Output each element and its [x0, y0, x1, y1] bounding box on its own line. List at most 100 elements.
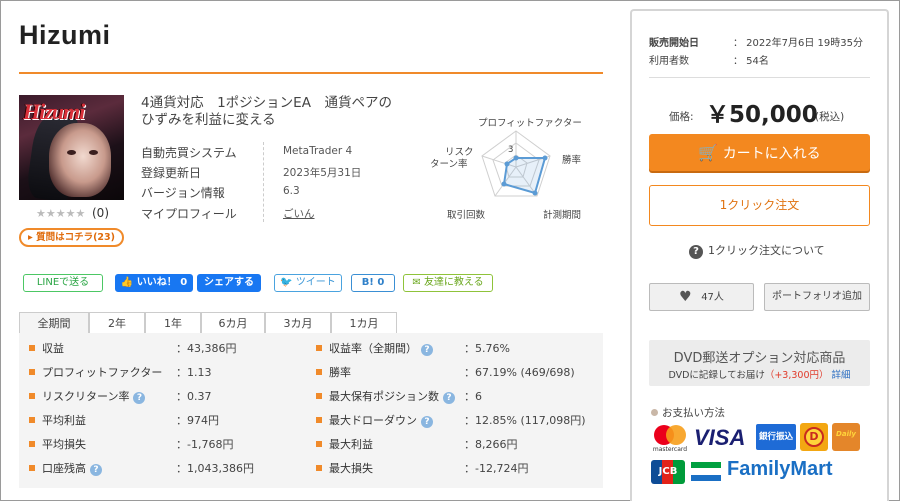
thumb-eye — [89, 150, 98, 155]
tab-2y[interactable]: 2年 — [89, 312, 145, 334]
question-button[interactable]: ▸ 質問はコチラ(23) — [19, 228, 124, 247]
radar-scale-label: 3 — [508, 145, 514, 155]
dvd-detail-link[interactable]: 詳細 — [832, 370, 851, 381]
cart-icon: 🛒 — [698, 143, 719, 162]
info-key-updated: 登録更新日 — [141, 166, 202, 180]
bank-transfer-logo: 銀行振込 — [756, 424, 796, 450]
stat-value: ：1,043,386円 — [176, 462, 254, 475]
radar-label-rr2: ターン率 — [430, 159, 468, 170]
bullet-square — [316, 441, 322, 447]
bullet-dot — [651, 409, 658, 416]
stat-label: 収益 — [29, 339, 64, 359]
stat-value: ：5.76% — [464, 342, 510, 355]
info-key-system: 自動売買システム — [141, 146, 237, 160]
stat-label: 最大損失 — [316, 459, 373, 479]
daily-logo-2: Daily — [832, 423, 860, 451]
one-click-order-button[interactable]: 1クリック注文 — [649, 185, 870, 226]
tab-1y[interactable]: 1年 — [145, 312, 201, 334]
help-icon[interactable]: ? — [133, 392, 146, 404]
thumb-eye — [67, 150, 76, 155]
stat-value: ：8,266円 — [464, 438, 518, 451]
product-catchcopy: 4通貨対応 1ポジションEA 通貨ペアの ひずみを利益に変える — [141, 95, 421, 129]
stat-value: ：6 — [464, 390, 482, 403]
price-tax: (税込) — [815, 111, 845, 123]
stat-value: ：1.13 — [176, 366, 212, 379]
bullet-square — [29, 417, 35, 423]
bullet-square — [316, 345, 322, 351]
tab-1m[interactable]: 1カ月 — [331, 312, 397, 334]
tweet-label: ツイート — [295, 277, 336, 288]
stat-label: 平均損失 — [29, 435, 86, 455]
stat-label: 口座残高? — [29, 459, 102, 479]
add-portfolio-button[interactable]: ポートフォリオ追加 — [764, 283, 870, 311]
info-key-version: バージョン情報 — [141, 186, 225, 200]
help-icon[interactable]: ? — [443, 392, 455, 404]
title-divider — [19, 72, 603, 74]
one-click-help-link[interactable]: ? 1クリック注文について — [689, 242, 825, 259]
jcb-logo: JCB — [651, 460, 685, 484]
question-icon: ? — [689, 245, 703, 259]
tweet-button[interactable]: 🐦 ツイート — [274, 274, 342, 292]
bullet-square — [29, 345, 35, 351]
info-key-profile: マイプロフィール — [141, 207, 237, 221]
bullet-square — [316, 465, 322, 471]
mc-circle-yellow — [666, 425, 686, 445]
help-icon[interactable]: ? — [421, 416, 433, 428]
help-icon[interactable]: ? — [90, 464, 102, 476]
jcb-text: JCB — [658, 466, 678, 477]
one-click-help-label: 1クリック注文について — [708, 244, 825, 257]
stat-value: ：0.37 — [176, 390, 212, 403]
sale-start-key: 販売開始日 — [649, 38, 699, 49]
mc-text: mastercard — [652, 446, 688, 453]
side-divider — [649, 77, 870, 78]
sale-start-value: ： 2022年7月6日 19時35分 — [733, 38, 863, 49]
thumb-face — [49, 123, 111, 197]
radar-chart: プロフィットファクター 勝率 計測期間 取引回数 リスク ターン率 3 — [415, 110, 605, 225]
familymart-mark — [691, 462, 721, 482]
add-to-cart-button[interactable]: 🛒 カートに入れる — [649, 134, 870, 171]
tab-6m[interactable]: 6カ月 — [201, 312, 265, 334]
line-share-button[interactable]: LINEで送る — [23, 274, 103, 292]
favorite-button[interactable]: ♥ 47人 — [649, 283, 754, 311]
stat-value: ：67.19% (469/698) — [464, 366, 575, 379]
mastercard-logo: mastercard — [650, 423, 690, 453]
product-thumbnail[interactable]: Hizumi — [19, 95, 124, 200]
radar-point — [532, 190, 538, 196]
rating-stars: ★★★★★ — [36, 207, 86, 220]
tab-all-period[interactable]: 全期間 — [19, 312, 89, 334]
favorite-count: 47人 — [701, 292, 724, 303]
dvd-option-title: DVD郵送オプション対応商品 — [673, 351, 846, 366]
users-key: 利用者数 — [649, 56, 689, 67]
users-value: ： 54名 — [733, 56, 769, 67]
bullet-square — [29, 369, 35, 375]
help-icon[interactable]: ? — [421, 344, 433, 356]
bullet-square — [29, 441, 35, 447]
info-val-version: 6.3 — [283, 185, 300, 197]
stat-label: 勝率 — [316, 363, 351, 383]
tab-3m[interactable]: 3カ月 — [265, 312, 331, 334]
radar-point — [542, 155, 548, 161]
stat-value: ：-12,724円 — [464, 462, 529, 475]
tell-friend-label: 友達に教える — [423, 277, 484, 288]
daily-badge-1: D — [804, 427, 824, 447]
hatena-bookmark-button[interactable]: B! 0 — [351, 274, 395, 292]
radar-label-pf: プロフィットファクター — [478, 118, 582, 129]
stat-value: ：12.85% (117,098円) — [464, 414, 586, 427]
facebook-like-label: いいね！ 0 — [136, 277, 188, 288]
info-val-system: MetaTrader 4 — [283, 145, 353, 157]
stat-label: 最大ドローダウン? — [316, 411, 433, 431]
tell-friend-button[interactable]: ✉ 友達に教える — [403, 274, 493, 292]
stat-label: 収益率（全期間）? — [316, 339, 433, 359]
daily-text-2: Daily — [836, 430, 856, 438]
daily-logo-1: D — [800, 423, 828, 451]
payment-title: お支払い方法 — [651, 405, 725, 420]
fm-bar-green — [691, 462, 721, 468]
stat-label: リスクリターン率? — [29, 387, 146, 407]
stat-label: プロフィットファクター — [29, 363, 162, 383]
heart-icon: ♥ — [679, 289, 692, 305]
facebook-like-button[interactable]: 👍 いいね！ 0 — [115, 274, 193, 292]
radar-point — [501, 181, 507, 187]
facebook-share-button[interactable]: シェアする — [197, 274, 261, 292]
profile-link[interactable]: ごいん — [283, 206, 315, 221]
stat-value: ：974円 — [176, 414, 219, 427]
